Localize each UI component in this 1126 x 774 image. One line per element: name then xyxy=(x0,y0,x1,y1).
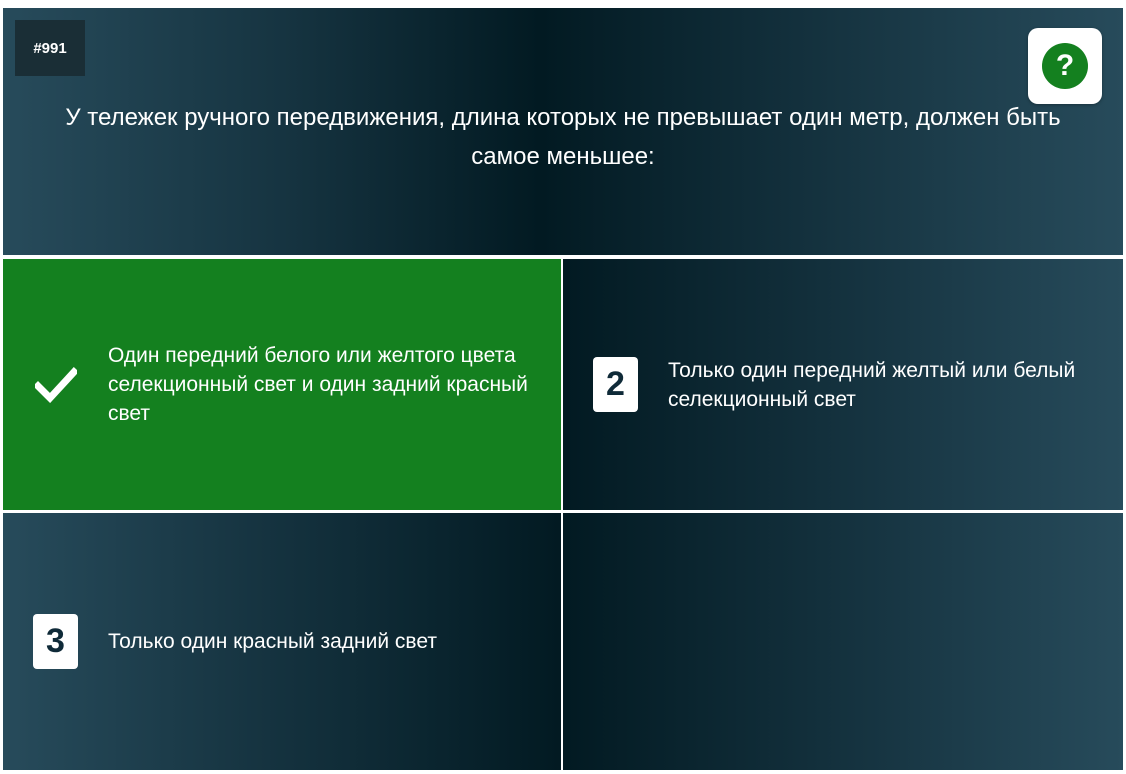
question-text: У тележек ручного передвижения, длина ко… xyxy=(65,104,1061,170)
answer-option-2[interactable]: 2 Только один передний желтый или белый … xyxy=(563,259,1123,510)
answer-option-empty xyxy=(563,513,1123,770)
question-mark-icon: ? xyxy=(1042,43,1088,89)
answer-number-badge: 3 xyxy=(33,614,78,669)
answer-option-1[interactable]: Один передний белого или желтого цвета с… xyxy=(3,259,561,510)
answer-text: Только один красный задний свет xyxy=(108,630,437,653)
question-number: #991 xyxy=(15,20,85,76)
question-panel: #991 ? У тележек ручного передвижения, д… xyxy=(3,8,1123,255)
answer-number-badge: 2 xyxy=(593,357,638,412)
checkmark-icon xyxy=(33,357,78,412)
answer-text: Один передний белого или желтого цвета с… xyxy=(108,344,528,425)
answer-option-3[interactable]: 3 Только один красный задний свет xyxy=(3,513,561,770)
answer-text: Только один передний желтый или белый се… xyxy=(668,359,1076,411)
help-button[interactable]: ? xyxy=(1028,28,1102,104)
